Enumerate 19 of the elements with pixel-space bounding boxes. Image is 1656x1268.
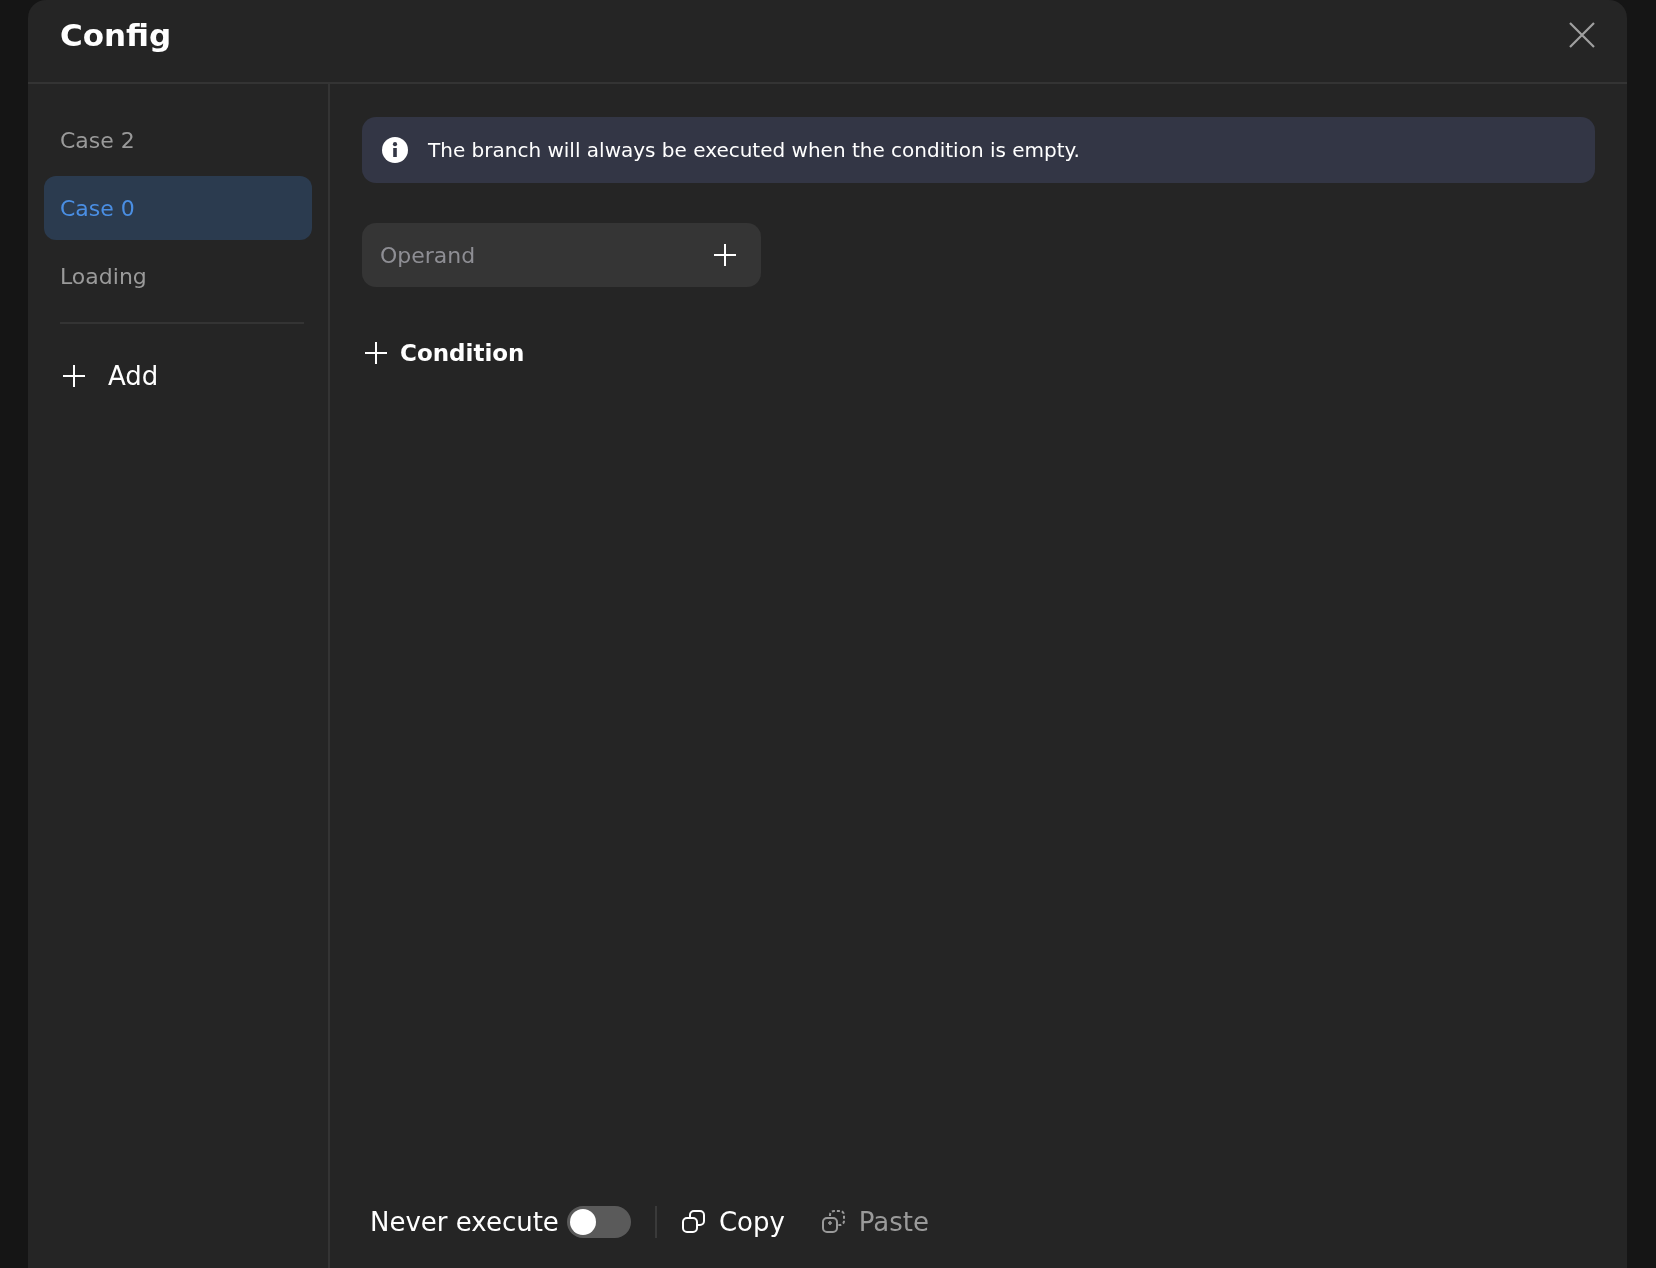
operand-field[interactable]: Operand (362, 223, 761, 287)
toggle-switch[interactable] (566, 1206, 631, 1238)
info-text: The branch will always be executed when the condition is empty. (428, 138, 1080, 162)
plus-icon[interactable] (713, 243, 737, 267)
plus-icon (364, 341, 388, 365)
sidebar-item[interactable]: Case 2 (44, 108, 312, 172)
copy-icon (680, 1209, 707, 1235)
plus-icon (62, 364, 86, 388)
dialog-title: Config (60, 17, 172, 53)
close-icon (1569, 22, 1595, 48)
close-button[interactable] (1569, 22, 1595, 48)
sidebar-item[interactable]: Loading (44, 244, 312, 308)
copy-button[interactable]: Copy (680, 1207, 785, 1237)
add-condition-button[interactable]: Condition (362, 335, 527, 371)
add-button[interactable]: Add (44, 356, 177, 396)
never-execute-label: Never execute (370, 1207, 559, 1237)
info-icon (382, 137, 408, 163)
sidebar-item[interactable]: Case 0 (44, 176, 312, 240)
paste-icon (820, 1209, 847, 1235)
